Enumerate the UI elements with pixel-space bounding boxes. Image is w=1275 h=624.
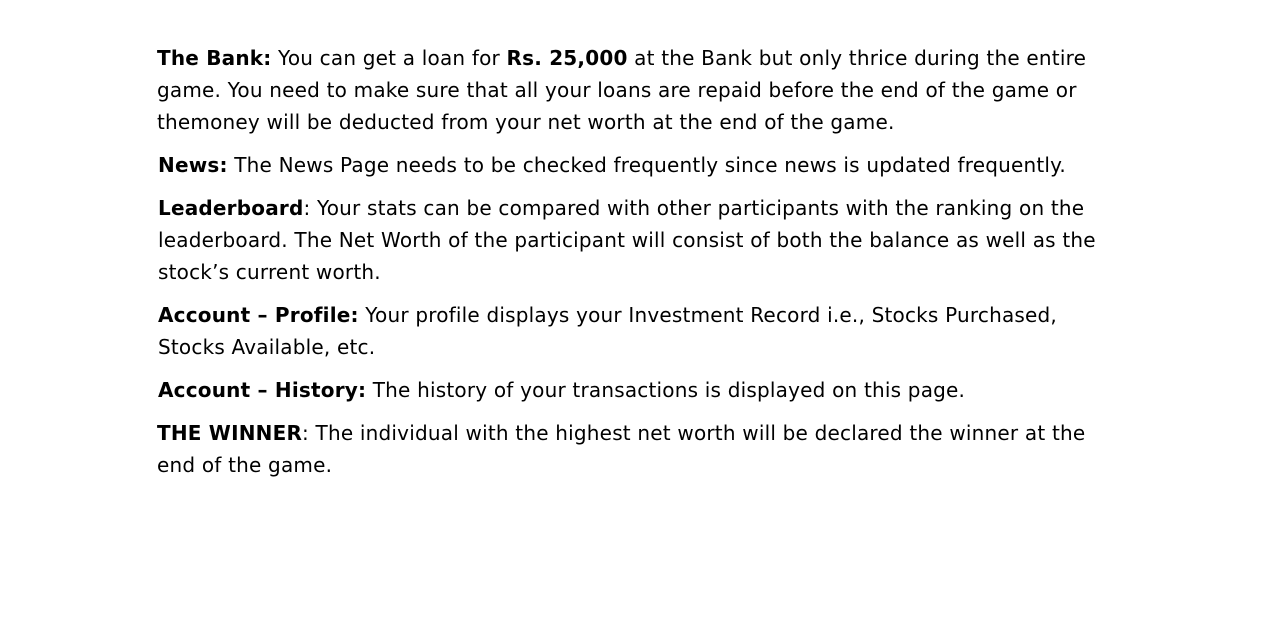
news-text: The News Page needs to be checked freque… — [227, 153, 1066, 177]
winner-term: THE WINNER — [157, 421, 303, 445]
rules-document: The Bank: You can get a loan for Rs. 25,… — [157, 42, 1128, 492]
account-history-term: Account – History: — [158, 378, 367, 402]
bank-term: The Bank: — [157, 46, 272, 70]
bank-text-1: You can get a loan for — [271, 46, 507, 70]
bank-paragraph: The Bank: You can get a loan for Rs. 25,… — [157, 42, 1128, 138]
winner-paragraph: THE WINNER: The individual with the high… — [157, 417, 1128, 481]
account-profile-paragraph: Account – Profile: Your profile displays… — [158, 299, 1128, 363]
leaderboard-paragraph: Leaderboard: Your stats can be compared … — [158, 192, 1128, 288]
news-term: News: — [158, 153, 228, 177]
loan-amount: Rs. 25,000 — [506, 46, 628, 70]
account-history-paragraph: Account – History: The history of your t… — [158, 374, 1128, 406]
news-paragraph: News: The News Page needs to be checked … — [158, 149, 1128, 181]
leaderboard-term: Leaderboard — [158, 196, 304, 220]
account-history-text: The history of your transactions is disp… — [366, 378, 966, 402]
account-profile-term: Account – Profile: — [158, 303, 359, 327]
